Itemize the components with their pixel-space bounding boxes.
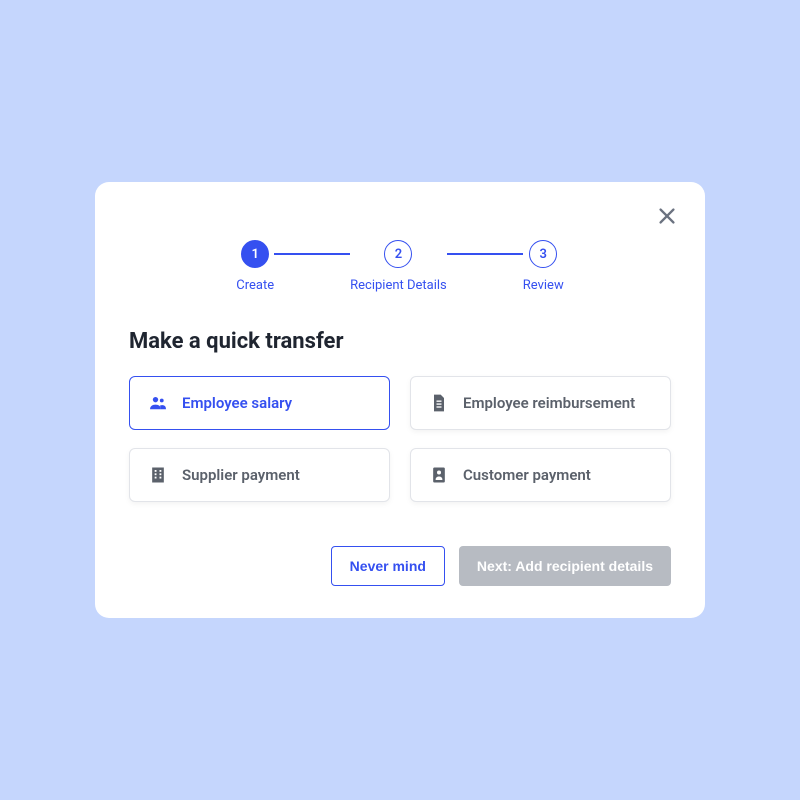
step-review[interactable]: 3 Review bbox=[523, 240, 564, 293]
step-recipient-details[interactable]: 2 Recipient Details bbox=[350, 240, 447, 293]
next-button[interactable]: Next: Add recipient details bbox=[459, 546, 671, 586]
step-label: Review bbox=[523, 278, 564, 293]
close-icon bbox=[656, 205, 678, 231]
step-number: 2 bbox=[384, 240, 412, 268]
people-group-icon bbox=[148, 393, 168, 413]
step-label: Recipient Details bbox=[350, 278, 447, 293]
modal-footer: Never mind Next: Add recipient details bbox=[129, 546, 671, 586]
cancel-button[interactable]: Never mind bbox=[331, 546, 445, 586]
option-supplier-payment[interactable]: Supplier payment bbox=[129, 448, 390, 502]
building-icon bbox=[148, 465, 168, 485]
option-label: Employee reimbursement bbox=[463, 394, 635, 412]
step-connector bbox=[447, 253, 523, 255]
modal-title: Make a quick transfer bbox=[129, 329, 671, 354]
stepper: 1 Create 2 Recipient Details 3 Review bbox=[129, 240, 671, 293]
step-connector bbox=[274, 253, 350, 255]
document-icon bbox=[429, 393, 449, 413]
option-employee-reimbursement[interactable]: Employee reimbursement bbox=[410, 376, 671, 430]
close-button[interactable] bbox=[653, 204, 681, 232]
step-label: Create bbox=[236, 278, 274, 293]
option-employee-salary[interactable]: Employee salary bbox=[129, 376, 390, 430]
transfer-modal: 1 Create 2 Recipient Details 3 Review Ma… bbox=[95, 182, 705, 618]
contact-card-icon bbox=[429, 465, 449, 485]
step-create[interactable]: 1 Create bbox=[236, 240, 274, 293]
option-label: Employee salary bbox=[182, 394, 292, 412]
transfer-type-options: Employee salary Employee reimbursement S… bbox=[129, 376, 671, 502]
step-number: 1 bbox=[241, 240, 269, 268]
step-number: 3 bbox=[529, 240, 557, 268]
option-label: Supplier payment bbox=[182, 466, 300, 484]
option-customer-payment[interactable]: Customer payment bbox=[410, 448, 671, 502]
option-label: Customer payment bbox=[463, 466, 591, 484]
